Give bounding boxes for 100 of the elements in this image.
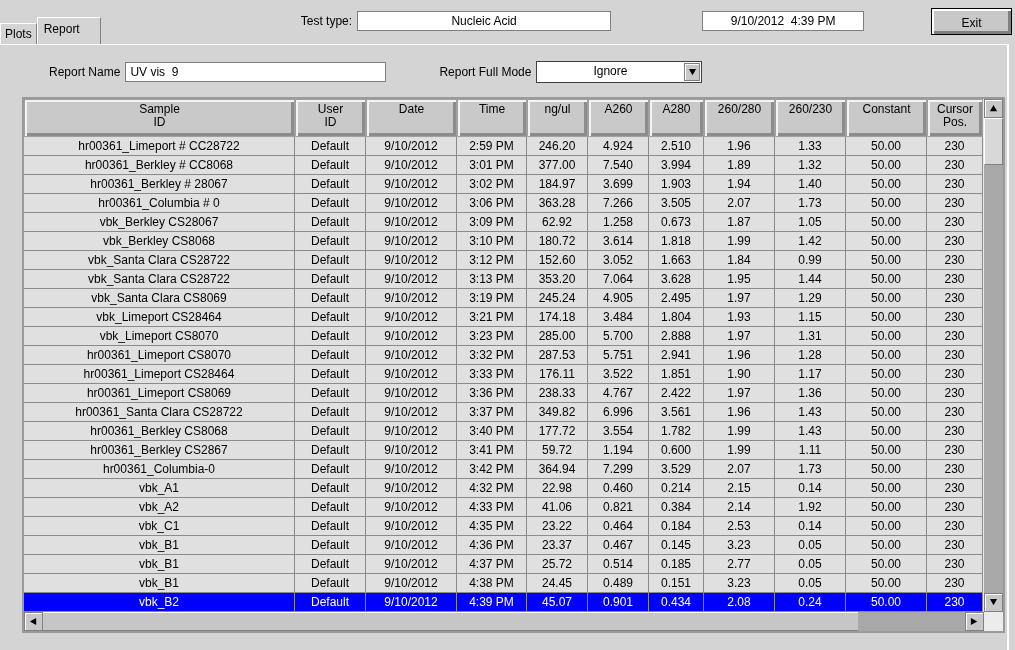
table-cell: 230 <box>927 517 983 536</box>
table-cell: 0.05 <box>775 555 846 574</box>
table-cell: 1.96 <box>704 403 775 422</box>
table-cell: 9/10/2012 <box>366 593 457 612</box>
table-cell: vbk_Santa Clara CS28722 <box>24 270 295 289</box>
column-header[interactable]: Time <box>457 99 527 137</box>
table-cell: 0.05 <box>775 574 846 593</box>
table-cell: 50.00 <box>846 270 927 289</box>
table-cell: 9/10/2012 <box>366 194 457 213</box>
table-cell: 9/10/2012 <box>366 232 457 251</box>
table-cell: 3.505 <box>649 194 704 213</box>
scroll-down-button[interactable] <box>984 593 1003 612</box>
table-cell: 50.00 <box>846 517 927 536</box>
table-cell: 3:23 PM <box>457 327 527 346</box>
table-cell: Default <box>295 536 366 555</box>
column-header[interactable]: User ID <box>295 99 366 137</box>
table-cell: 23.22 <box>527 517 588 536</box>
table-cell: 7.266 <box>588 194 649 213</box>
table-cell: 177.72 <box>527 422 588 441</box>
column-header[interactable]: Cursor Pos. <box>927 99 983 137</box>
table-cell: 3:12 PM <box>457 251 527 270</box>
table-cell: 9/10/2012 <box>366 460 457 479</box>
table-cell: 1.96 <box>704 346 775 365</box>
column-header[interactable]: Sample ID <box>24 99 295 137</box>
test-type-field[interactable]: Nucleic Acid <box>357 11 612 31</box>
horizontal-scrollbar[interactable] <box>24 612 984 631</box>
table-cell: vbk_B1 <box>24 536 295 555</box>
scroll-up-button[interactable] <box>984 99 1003 118</box>
table-cell: 0.24 <box>775 593 846 612</box>
table-cell: 9/10/2012 <box>366 137 457 156</box>
up-arrow-icon <box>989 104 998 113</box>
table-cell: vbk_Limeport CS28464 <box>24 308 295 327</box>
exit-button[interactable]: Exit <box>931 8 1013 35</box>
table-cell: 4:35 PM <box>457 517 527 536</box>
table-cell: 5.700 <box>588 327 649 346</box>
column-header[interactable]: A260 <box>588 99 649 137</box>
scroll-right-button[interactable] <box>965 612 984 631</box>
dropdown-arrow-button[interactable] <box>684 63 701 81</box>
table-cell: 230 <box>927 555 983 574</box>
column-header[interactable]: A280 <box>649 99 704 137</box>
table-cell: 3:13 PM <box>457 270 527 289</box>
table-cell: 1.31 <box>775 327 846 346</box>
table-cell: 3.699 <box>588 175 649 194</box>
table-cell: 230 <box>927 498 983 517</box>
table-cell: 1.87 <box>704 213 775 232</box>
table-cell: Default <box>295 346 366 365</box>
table-cell: 3.561 <box>649 403 704 422</box>
table-cell: 1.28 <box>775 346 846 365</box>
vertical-scrollbar[interactable] <box>984 99 1003 612</box>
table-cell: Default <box>295 422 366 441</box>
table-cell: 230 <box>927 403 983 422</box>
table-cell: 230 <box>927 346 983 365</box>
table-cell: Default <box>295 498 366 517</box>
report-full-mode-dropdown[interactable]: Ignore <box>536 61 703 83</box>
table-cell: 50.00 <box>846 536 927 555</box>
table-cell: 1.43 <box>775 422 846 441</box>
column-header[interactable]: 260/280 <box>704 99 775 137</box>
report-name-field[interactable]: UV vis 9 <box>125 62 387 82</box>
table-cell: hr00361_Berkley CS8068 <box>24 422 295 441</box>
column-header[interactable]: Constant <box>846 99 927 137</box>
table-cell: 230 <box>927 289 983 308</box>
table-cell: 0.184 <box>649 517 704 536</box>
table-cell: hr00361_Berkley # 28067 <box>24 175 295 194</box>
column-header[interactable]: ng/ul <box>527 99 588 137</box>
tab[interactable]: Report <box>36 17 101 44</box>
right-arrow-icon <box>970 617 979 626</box>
table-cell: 377.00 <box>527 156 588 175</box>
table-cell: Default <box>295 213 366 232</box>
table-cell: vbk_Santa Clara CS28722 <box>24 251 295 270</box>
table-cell: 364.94 <box>527 460 588 479</box>
table-cell: 3:42 PM <box>457 460 527 479</box>
tab[interactable]: Plots <box>0 23 37 44</box>
table-cell: 230 <box>927 175 983 194</box>
table-cell: 62.92 <box>527 213 588 232</box>
table-cell: 245.24 <box>527 289 588 308</box>
table-cell: vbk_B2 <box>24 593 295 612</box>
table-cell: 50.00 <box>846 555 927 574</box>
table-cell: Default <box>295 365 366 384</box>
table-cell: 3:09 PM <box>457 213 527 232</box>
table-cell: 1.33 <box>775 137 846 156</box>
scroll-thumb[interactable] <box>984 118 1003 165</box>
table-cell: 2.07 <box>704 460 775 479</box>
table-cell: 0.673 <box>649 213 704 232</box>
table-cell: 1.99 <box>704 441 775 460</box>
table-cell: 230 <box>927 156 983 175</box>
table-cell: Default <box>295 384 366 403</box>
table-cell: 230 <box>927 479 983 498</box>
table-cell: vbk_Santa Clara CS8069 <box>24 289 295 308</box>
table-cell: 7.299 <box>588 460 649 479</box>
table-cell: 2.14 <box>704 498 775 517</box>
table-cell: 1.90 <box>704 365 775 384</box>
table-cell: 2.422 <box>649 384 704 403</box>
table-cell: 3:33 PM <box>457 365 527 384</box>
scroll-thumb[interactable] <box>43 612 858 631</box>
column-header[interactable]: 260/230 <box>775 99 846 137</box>
table-cell: 2.53 <box>704 517 775 536</box>
column-header[interactable]: Date <box>366 99 457 137</box>
scroll-left-button[interactable] <box>24 612 43 631</box>
table-cell: 41.06 <box>527 498 588 517</box>
table-cell: 5.751 <box>588 346 649 365</box>
